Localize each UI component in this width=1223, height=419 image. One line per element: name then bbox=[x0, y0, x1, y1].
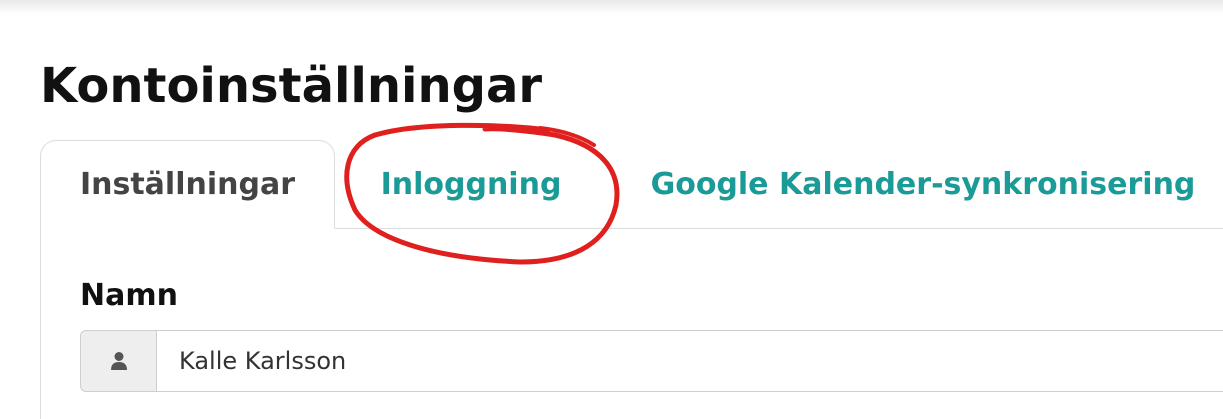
name-input[interactable] bbox=[156, 330, 1223, 392]
name-input-group bbox=[80, 330, 1223, 392]
tab-panel-border bbox=[40, 228, 41, 419]
account-settings-page: Kontoinställningar Inställningar Inloggn… bbox=[0, 0, 1223, 419]
tab-bar: Inställningar Inloggning Google Kalender… bbox=[40, 140, 1223, 232]
page-title: Kontoinställningar bbox=[40, 58, 543, 114]
top-bar bbox=[0, 0, 1223, 14]
user-icon bbox=[80, 330, 156, 392]
tab-installningar[interactable]: Inställningar bbox=[40, 140, 335, 229]
tab-google-calendar-sync[interactable]: Google Kalender-synkronisering bbox=[618, 140, 1223, 229]
tab-inloggning[interactable]: Inloggning bbox=[335, 140, 607, 229]
name-label: Namn bbox=[80, 278, 178, 313]
